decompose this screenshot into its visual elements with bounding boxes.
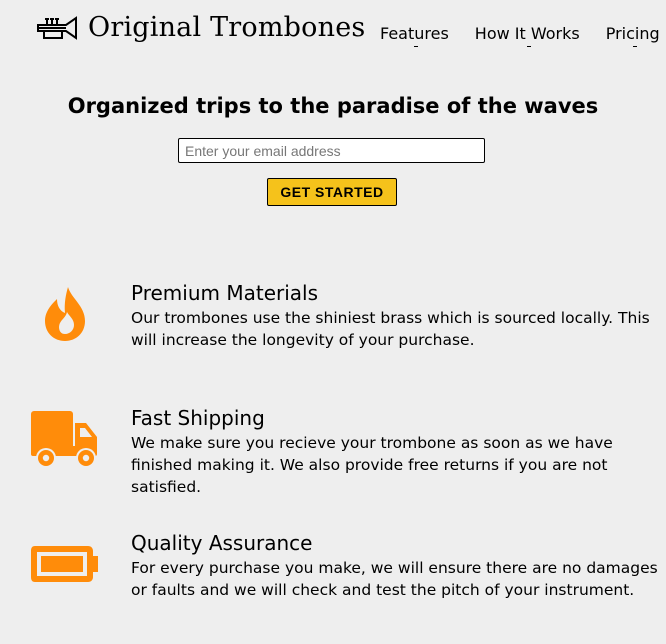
nav-link-features[interactable]: Features (380, 24, 449, 47)
feature-title: Quality Assurance (131, 531, 313, 555)
feature-title: Premium Materials (131, 281, 319, 305)
battery-full-icon (31, 546, 98, 582)
feature-description: We make sure you recieve your trombone a… (131, 434, 613, 496)
logo-text: Original Trombones (88, 12, 366, 43)
hero-title: Organized trips to the paradise of the w… (67, 94, 599, 118)
feature-description: Our trombones use the shiniest brass whi… (131, 309, 650, 349)
nav-link-pricing[interactable]: Pricing (606, 24, 660, 47)
landing-page: Original Trombones Features How It Works… (0, 0, 666, 644)
get-started-button[interactable]: GET STARTED (267, 178, 397, 206)
fire-icon (45, 287, 85, 341)
nav-link-how-it-works[interactable]: How It Works (475, 24, 580, 47)
email-input[interactable] (178, 138, 485, 163)
main-nav: Features How It Works Pricing (380, 24, 660, 47)
truck-icon (31, 411, 97, 468)
feature-title: Fast Shipping (131, 406, 265, 430)
logo[interactable]: Original Trombones (36, 12, 365, 43)
feature-description: For every purchase you make, we will ens… (131, 559, 658, 599)
trumpet-logo-icon (37, 15, 77, 40)
